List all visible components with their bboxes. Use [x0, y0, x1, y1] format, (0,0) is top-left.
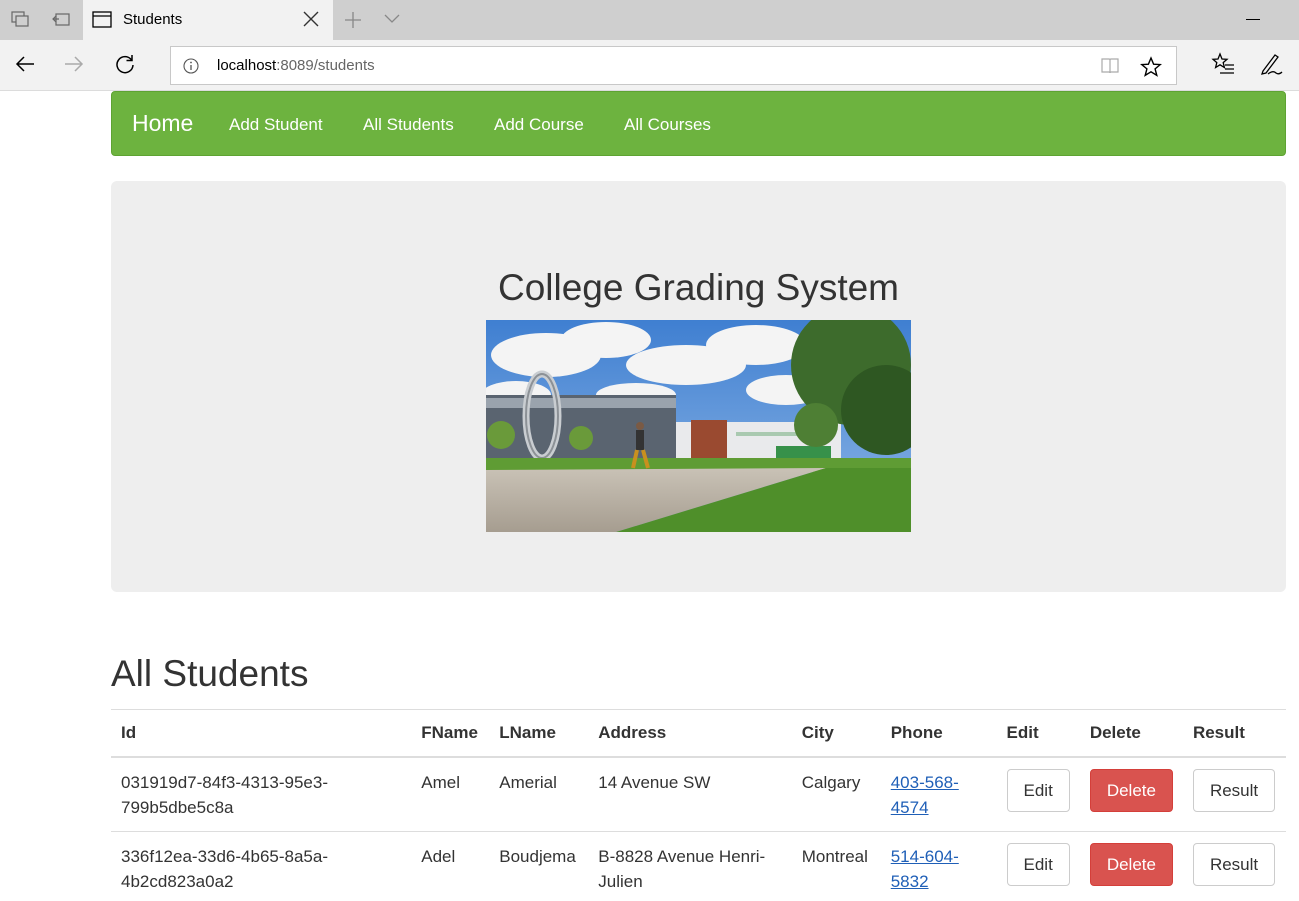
cell-fname: Amel [411, 756, 490, 831]
info-icon[interactable] [183, 58, 199, 79]
page-title: College Grading System [497, 267, 900, 308]
phone-line-1[interactable]: 514-604- [891, 847, 959, 866]
address-line-2: Julien [598, 871, 643, 891]
main-navbar: Home Add Student All Students Add Course… [111, 91, 1286, 156]
refresh-icon[interactable] [113, 52, 137, 81]
minimize-icon[interactable] [1246, 19, 1260, 20]
result-button[interactable]: Result [1192, 842, 1276, 886]
column-header-edit: Edit [996, 709, 1080, 758]
address-line-1: 14 Avenue SW [598, 772, 711, 792]
tab-title: Students [123, 11, 183, 28]
column-header-delete: Delete [1079, 709, 1183, 758]
nav-add-student-link[interactable]: Add Student [229, 115, 323, 135]
column-header-lname: LName [489, 709, 589, 758]
new-tab-icon[interactable] [342, 9, 364, 36]
delete-button[interactable]: Delete [1089, 842, 1173, 886]
favorites-hub-icon[interactable] [1211, 52, 1235, 81]
nav-all-courses-link[interactable]: All Courses [624, 115, 711, 135]
cell-address: 14 Avenue SW [588, 756, 792, 831]
table-row: 031919d7-84f3-4313-95e3- 799b5dbe5c8a Ame… [111, 756, 1286, 831]
table-header-row: Id FName LName Address City Phone Edit D… [111, 709, 1286, 758]
forward-arrow-icon[interactable] [62, 52, 86, 81]
address-line-1: B-8828 Avenue Henri- [598, 846, 766, 866]
set-tabs-aside-icon[interactable] [50, 9, 72, 31]
id-line-2: 4b2cd823a0a2 [121, 871, 234, 891]
page-icon [92, 11, 112, 33]
browser-tab-bar: Students [0, 0, 1299, 40]
phone-link[interactable]: 514-604- 5832 [891, 847, 959, 891]
phone-link[interactable]: 403-568- 4574 [891, 773, 959, 817]
hero-jumbotron: College Grading System [111, 181, 1286, 592]
cell-id: 031919d7-84f3-4313-95e3- 799b5dbe5c8a [111, 756, 412, 831]
web-note-pen-icon[interactable] [1259, 51, 1283, 82]
chevron-down-icon[interactable] [382, 12, 402, 31]
reading-view-icon[interactable] [1100, 57, 1120, 80]
cell-edit: Edit [996, 756, 1080, 831]
address-input[interactable]: localhost:8089/students [170, 46, 1177, 85]
cell-result: Result [1182, 830, 1286, 901]
cell-result: Result [1182, 756, 1286, 831]
campus-photo [486, 320, 911, 532]
cell-city: Calgary [791, 756, 881, 831]
cell-phone: 514-604- 5832 [880, 830, 997, 901]
nav-add-course-link[interactable]: Add Course [494, 115, 584, 135]
delete-button[interactable]: Delete [1089, 768, 1173, 812]
nav-home-link[interactable]: Home [132, 110, 193, 137]
tab-sets-aside-icon[interactable] [9, 9, 31, 31]
column-header-city: City [791, 709, 881, 758]
nav-all-students-link[interactable]: All Students [363, 115, 454, 135]
result-button[interactable]: Result [1192, 768, 1276, 812]
cell-delete: Delete [1079, 830, 1183, 901]
id-line-1: 336f12ea-33d6-4b65-8a5a- [121, 846, 329, 866]
students-table: Id FName LName Address City Phone Edit D… [111, 709, 1286, 901]
phone-line-2[interactable]: 5832 [891, 872, 929, 891]
close-tab-icon[interactable] [302, 10, 320, 33]
cell-fname: Adel [411, 830, 490, 901]
cell-delete: Delete [1079, 756, 1183, 831]
students-section-title: All Students [111, 653, 309, 694]
column-header-id: Id [111, 709, 412, 758]
id-line-1: 031919d7-84f3-4313-95e3- [121, 772, 329, 792]
cell-address: B-8828 Avenue Henri- Julien [588, 830, 792, 901]
column-header-phone: Phone [880, 709, 997, 758]
cell-phone: 403-568- 4574 [880, 756, 997, 831]
column-header-address: Address [588, 709, 792, 758]
column-header-result: Result [1182, 709, 1286, 758]
browser-address-bar: localhost:8089/students [0, 40, 1299, 91]
table-row: 336f12ea-33d6-4b65-8a5a- 4b2cd823a0a2 Ade… [111, 830, 1286, 901]
phone-line-1[interactable]: 403-568- [891, 773, 959, 792]
cell-lname: Boudjema [489, 830, 589, 901]
column-header-fname: FName [411, 709, 490, 758]
edit-button[interactable]: Edit [1006, 842, 1070, 886]
favorite-star-icon[interactable] [1140, 56, 1162, 83]
url-path: :8089/students [276, 57, 375, 74]
cell-city: Montreal [791, 830, 881, 901]
url-host: localhost [217, 57, 277, 74]
back-arrow-icon[interactable] [13, 52, 37, 81]
cell-id: 336f12ea-33d6-4b65-8a5a- 4b2cd823a0a2 [111, 830, 412, 901]
cell-edit: Edit [996, 830, 1080, 901]
url-text: localhost:8089/students [217, 57, 375, 74]
phone-line-2[interactable]: 4574 [891, 798, 929, 817]
id-line-2: 799b5dbe5c8a [121, 797, 234, 817]
edit-button[interactable]: Edit [1006, 768, 1070, 812]
tab-students[interactable]: Students [83, 0, 333, 40]
cell-lname: Amerial [489, 756, 589, 831]
